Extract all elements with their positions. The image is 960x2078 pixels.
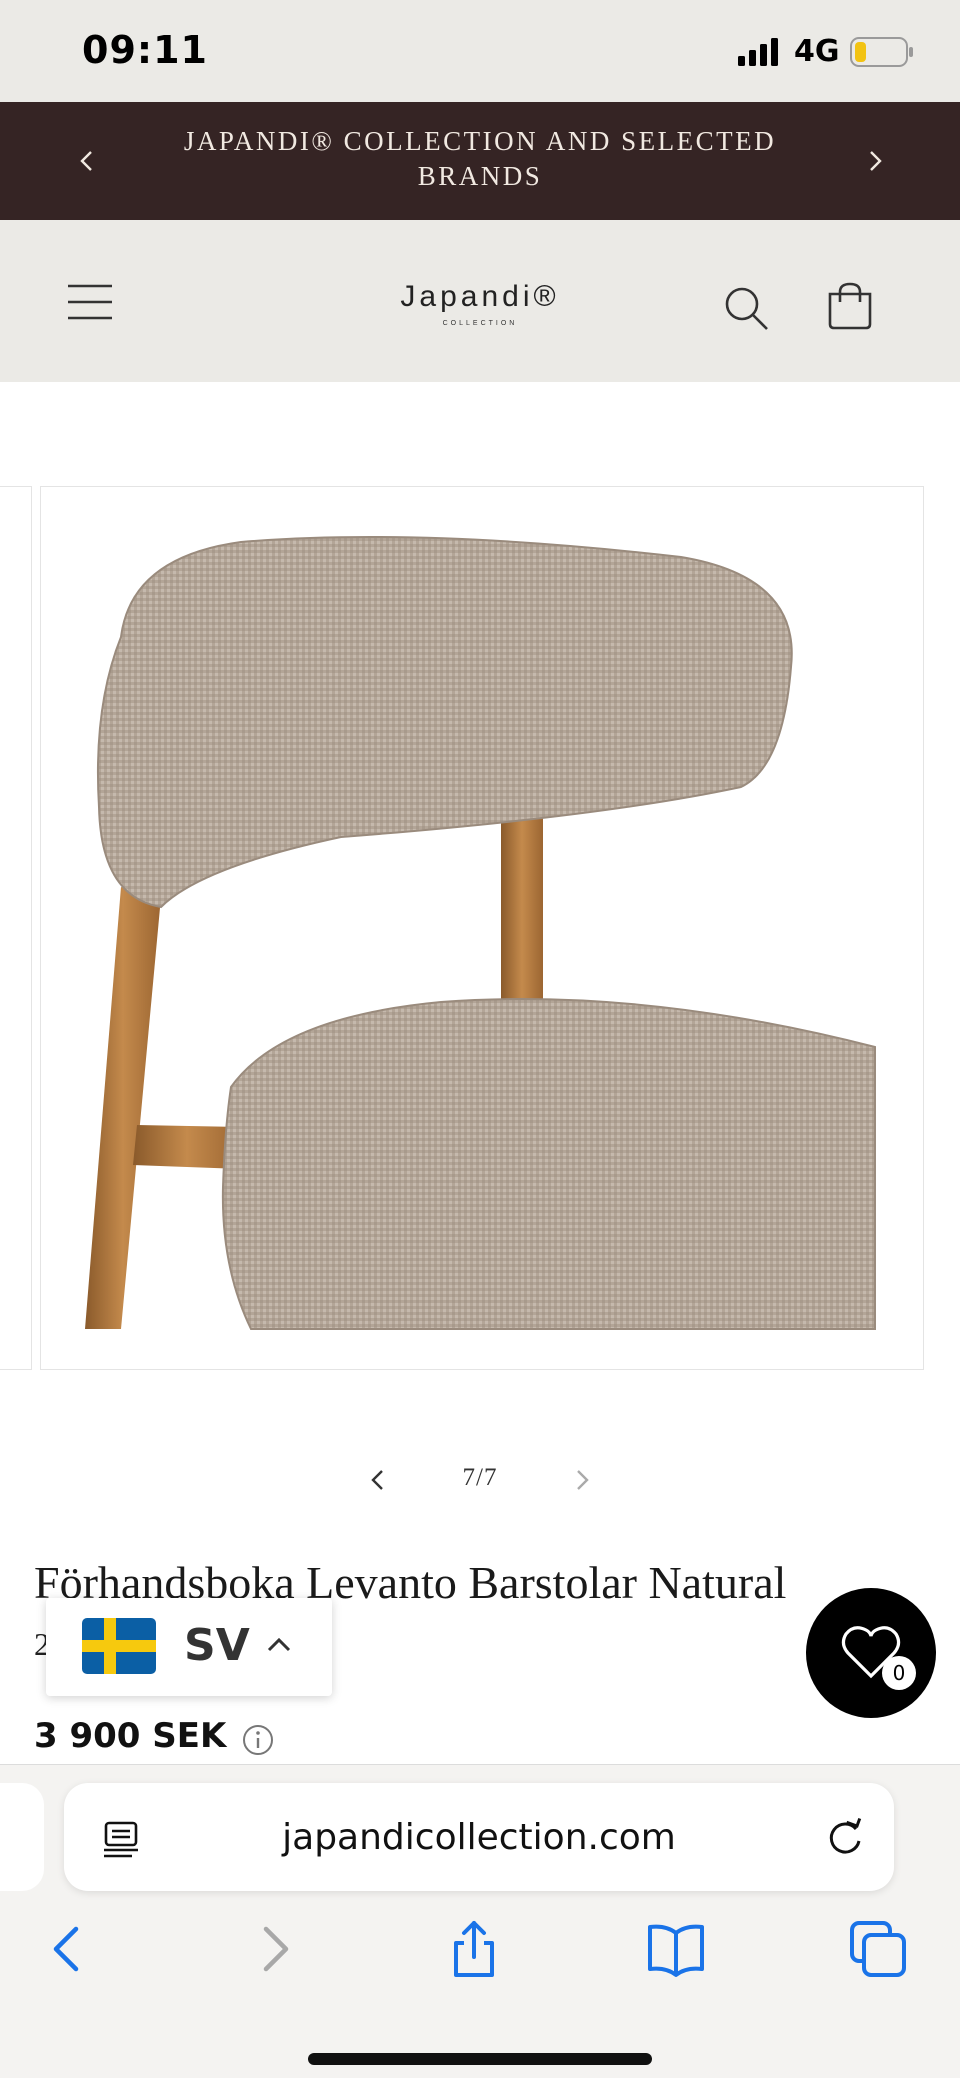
reader-mode-icon[interactable] (102, 1819, 142, 1859)
wishlist-button[interactable]: 0 (806, 1588, 936, 1718)
forward-icon[interactable] (244, 1919, 304, 1979)
sweden-flag-icon (82, 1618, 156, 1674)
bookmarks-icon[interactable] (646, 1919, 706, 1979)
site-header: Japandi® COLLECTION (0, 220, 960, 382)
product-price: 3 900 SEK (34, 1716, 227, 1756)
home-indicator (308, 2053, 652, 2065)
back-icon[interactable] (38, 1919, 98, 1979)
hamburger-menu-icon[interactable] (66, 280, 114, 324)
browser-bottom-bar: japandicollection.com (0, 1764, 960, 2078)
shopping-bag-icon[interactable] (824, 280, 876, 332)
info-icon[interactable] (242, 1724, 274, 1756)
announcement-text[interactable]: JAPANDI® COLLECTION AND SELECTED BRANDS (160, 124, 800, 194)
status-time: 09:11 (82, 28, 208, 72)
chevron-left-icon[interactable] (70, 144, 104, 178)
address-bar[interactable]: japandicollection.com (64, 1783, 894, 1891)
chevron-up-icon (267, 1637, 291, 1652)
logo-wordmark: Japandi® (400, 280, 560, 313)
bar-stool-image (85, 536, 876, 1330)
url-text[interactable]: japandicollection.com (184, 1817, 774, 1858)
signal-icon (738, 38, 778, 66)
chevron-right-icon[interactable] (858, 144, 892, 178)
previous-tab-pill[interactable] (0, 1783, 44, 1891)
language-code: SV (184, 1620, 250, 1671)
reload-icon[interactable] (824, 1817, 866, 1859)
status-bar: 09:11 4G (0, 0, 960, 102)
gallery-counter: 7/7 (462, 1464, 498, 1491)
gallery-prev-icon[interactable] (360, 1462, 396, 1498)
wishlist-count-badge: 0 (882, 1656, 916, 1690)
announcement-bar: JAPANDI® COLLECTION AND SELECTED BRANDS (0, 102, 960, 220)
logo-subtitle: COLLECTION (442, 320, 518, 327)
gallery-next-icon[interactable] (564, 1462, 600, 1498)
language-picker[interactable]: SV (46, 1598, 332, 1696)
gallery-previous-slide[interactable] (0, 486, 32, 1370)
tabs-icon[interactable] (848, 1919, 908, 1979)
search-icon[interactable] (722, 284, 770, 332)
battery-icon (850, 37, 913, 67)
network-type: 4G (794, 34, 840, 69)
site-logo[interactable]: Japandi® COLLECTION (380, 280, 580, 340)
product-image[interactable] (40, 486, 924, 1370)
share-icon[interactable] (444, 1919, 504, 1979)
